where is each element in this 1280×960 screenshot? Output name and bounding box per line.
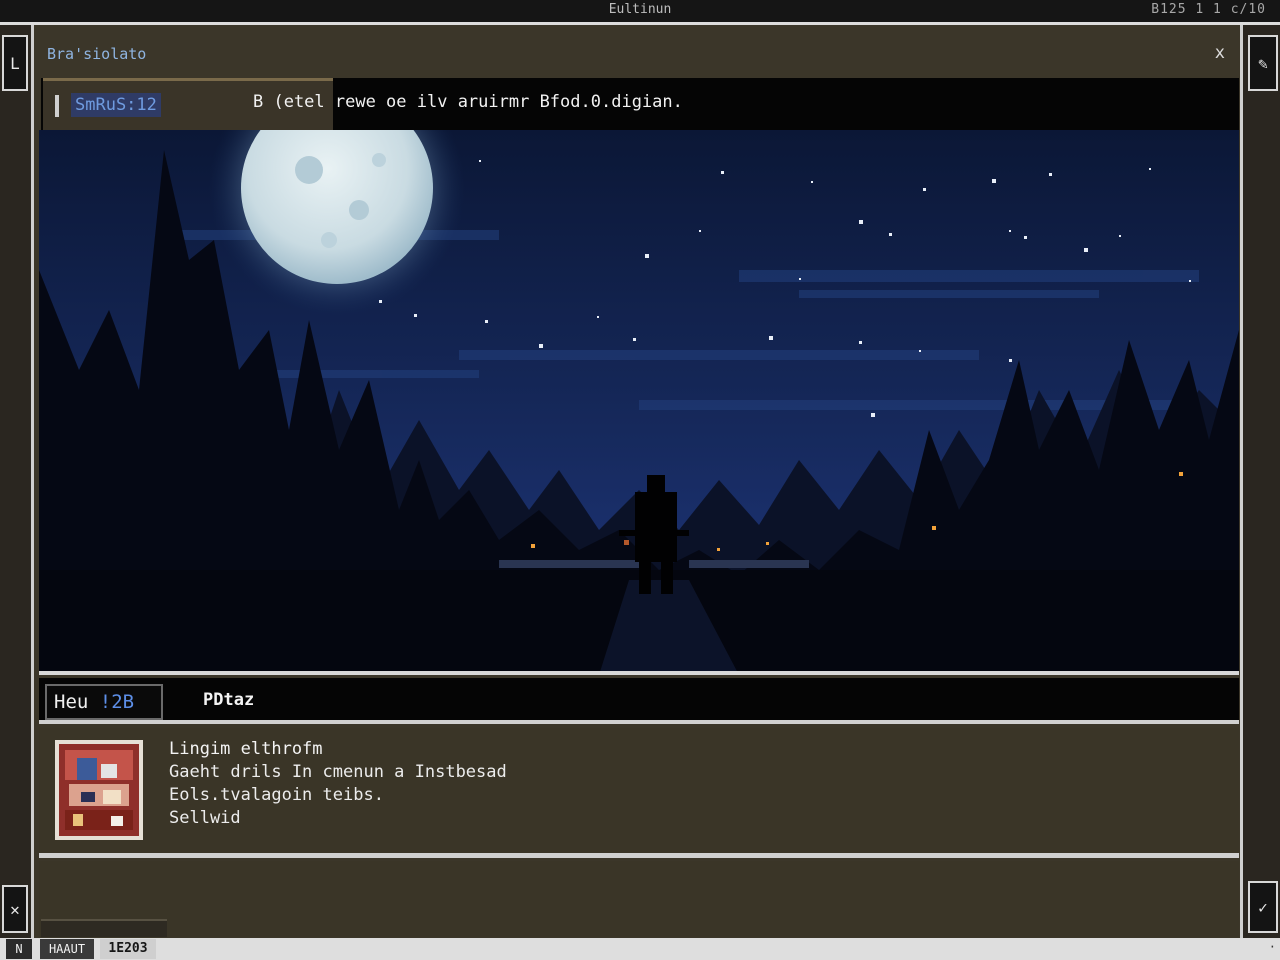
- speaker-portrait: [55, 740, 143, 840]
- status-bar: Heu !2B PDtaz: [39, 678, 1239, 724]
- close-icon[interactable]: x: [1215, 43, 1225, 63]
- top-system-bar: Eultinun B125 1 1 c/10: [0, 0, 1280, 22]
- dialog-line: Gaeht drils In cmenun a Instbesad: [169, 762, 507, 782]
- hp-label: Heu: [54, 691, 100, 713]
- player-name: PDtaz: [203, 690, 255, 710]
- quest-bar: SmRuS:12 B (etel rewe oe ilv aruirmr Bfo…: [41, 78, 1239, 130]
- dialog-line: Eols.tvalagoin teibs.: [169, 785, 384, 805]
- footer-value: 1E203: [100, 939, 156, 959]
- left-side-panel: L ✕: [0, 25, 34, 941]
- night-forest-scene: [39, 130, 1239, 671]
- game-scene[interactable]: [39, 130, 1239, 675]
- bottom-tab[interactable]: [41, 919, 167, 937]
- hp-value: !2B: [99, 691, 135, 713]
- footer-menu-icon[interactable]: N: [6, 939, 32, 959]
- footer-bar: N HAAUT 1E203 ·: [0, 938, 1280, 960]
- window-title: Bra'siolato: [47, 45, 147, 63]
- window-header: Bra'siolato x: [37, 31, 1237, 75]
- dialog-text: Lingim elthrofm Gaeht drils In cmenun a …: [169, 738, 507, 830]
- right-side-panel: ✎ ✓: [1240, 25, 1280, 941]
- dialog-box[interactable]: Lingim elthrofm Gaeht drils In cmenun a …: [39, 728, 1239, 858]
- cursor-marker: [55, 95, 59, 117]
- left-close-button[interactable]: ✕: [2, 885, 28, 933]
- bottom-panel: [39, 861, 1239, 937]
- footer-label: HAAUT: [40, 939, 94, 959]
- game-window-frame: L ✕ ✎ ✓ Bra'siolato x SmRuS:12 B (etel r…: [0, 22, 1280, 941]
- right-edit-button[interactable]: ✎: [1248, 35, 1278, 91]
- dialog-line: Sellwid: [169, 808, 241, 828]
- speaker-name: Lingim elthrofm: [169, 739, 323, 759]
- hp-display: Heu !2B: [45, 684, 163, 720]
- system-clock: B125 1 1 c/10: [1151, 2, 1266, 17]
- footer-end-icon: ·: [1268, 940, 1276, 954]
- portrait-image: [59, 744, 139, 836]
- quest-tag: SmRuS:12: [71, 93, 161, 117]
- left-menu-button[interactable]: L: [2, 35, 28, 91]
- right-confirm-button[interactable]: ✓: [1248, 881, 1278, 933]
- quest-text: B (etel rewe oe ilv aruirmr Bfod.0.digia…: [253, 92, 683, 112]
- app-title: Eultinun: [608, 2, 672, 17]
